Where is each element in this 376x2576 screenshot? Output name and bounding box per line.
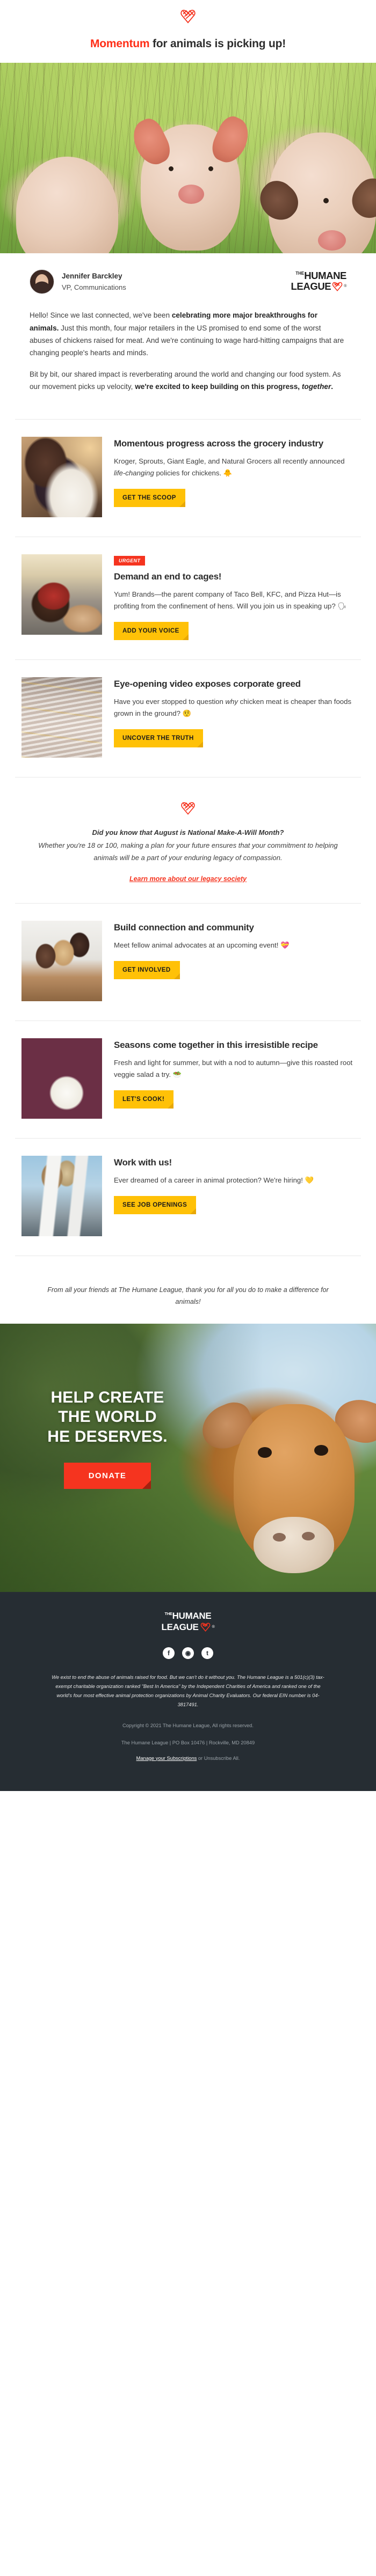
legacy-society-block: Did you know that August is National Mak… (0, 791, 376, 889)
avatar (30, 269, 54, 295)
story-title: Demand an end to cages! (114, 571, 222, 582)
story-card-recipe: Seasons come together in this irresistib… (0, 1035, 376, 1124)
brand-league: LEAGUE (291, 281, 331, 292)
footer: THEHUMANE LEAGUE ® f ◉ t We exist to end… (0, 1591, 376, 1791)
story-title: Seasons come together in this irresistib… (114, 1039, 318, 1050)
author-name: Jennifer Barckley (62, 272, 122, 281)
roasted-veggie-salad-photo[interactable] (21, 1038, 102, 1119)
story-text-italic: why (225, 697, 238, 706)
divider (15, 419, 361, 420)
intro-p2-d: . (331, 383, 334, 391)
intro-p1-a: Hello! Since we last connected, we've be… (30, 311, 172, 320)
chicken-rescue-photo[interactable] (21, 436, 102, 517)
footer-address: The Humane League | PO Box 10476 | Rockv… (121, 1740, 255, 1746)
story-text-a: Have you ever stopped to question (114, 697, 226, 706)
footer-brand-league: LEAGUE (161, 1622, 199, 1633)
humane-league-heart-icon (26, 800, 350, 818)
unsubscribe-text: or Unsubscribe All. (197, 1755, 240, 1761)
story-card-community: Build connection and community Meet fell… (0, 918, 376, 1007)
social-links: f ◉ t (32, 1647, 344, 1659)
author-role: VP, Communications (62, 283, 126, 291)
story-text: Ever dreamed of a career in animal prote… (114, 1176, 314, 1184)
registered-mark: ® (344, 284, 346, 288)
get-the-scoop-button[interactable]: GET THE SCOOP (114, 488, 185, 507)
author-and-brand-row: Jennifer Barckley VP, Communications THE… (0, 253, 376, 297)
intro-p1-c: Just this month, four major retailers in… (30, 324, 344, 357)
story-title: Momentous progress across the grocery in… (114, 438, 323, 449)
story-text-b: policies for chickens. 🐥 (154, 468, 233, 477)
intro-paragraph-2: Bit by bit, our shared impact is reverbe… (30, 368, 346, 393)
humane-league-heart-icon (200, 1621, 211, 1633)
headline-accent: Momentum (90, 38, 150, 50)
story-text: Yum! Brands—the parent company of Taco B… (114, 590, 347, 610)
footer-brand-the: THE (164, 1611, 172, 1616)
brand-humane: HUMANE (304, 269, 346, 281)
intro-copy: Hello! Since we last connected, we've be… (0, 297, 376, 405)
thank-you-message: From all your friends at The Humane Leag… (47, 1286, 329, 1305)
donate-line-2: THE WORLD (58, 1408, 157, 1426)
divider (15, 902, 361, 904)
story-card-jobs: Work with us! Ever dreamed of a career i… (0, 1153, 376, 1242)
story-text: Have you ever stopped to question why ch… (114, 696, 355, 720)
see-job-openings-button[interactable]: SEE JOB OPENINGS (114, 1195, 197, 1214)
lets-cook-button[interactable]: LET'S COOK! (114, 1090, 174, 1109)
story-card-cages: URGENT Demand an end to cages! Yum! Bran… (0, 551, 376, 645)
humane-league-heart-icon (332, 281, 343, 293)
story-card-grocery: Momentous progress across the grocery in… (0, 434, 376, 523)
facebook-icon[interactable]: f (163, 1647, 175, 1659)
donate-button[interactable]: DONATE (63, 1463, 151, 1489)
story-title: Eye-opening video exposes corporate gree… (114, 678, 301, 689)
story-text: Fresh and light for summer, but with a n… (114, 1058, 353, 1078)
intro-p2-italic: together (301, 383, 331, 391)
page-title: Momentum for animals is picking up! (0, 28, 376, 63)
footer-humane-league-logo: THEHUMANE LEAGUE ® (32, 1611, 344, 1633)
story-title: Build connection and community (114, 922, 254, 933)
status-badge: URGENT (114, 555, 146, 566)
pig-center (127, 113, 255, 251)
donate-line-1: HELP CREATE (50, 1388, 164, 1406)
author-block: Jennifer Barckley VP, Communications (30, 269, 126, 295)
volunteers-table-photo[interactable] (21, 920, 102, 1001)
brand-the: THE (295, 270, 305, 276)
story-text-italic: life-changing (114, 468, 154, 477)
hero-image-pigs (0, 63, 376, 254)
intro-paragraph-1: Hello! Since we last connected, we've be… (30, 309, 346, 359)
legacy-body: Whether you're 18 or 100, making a plan … (38, 841, 338, 862)
get-involved-button[interactable]: GET INVOLVED (114, 960, 180, 979)
legacy-lead: Did you know that August is National Mak… (92, 828, 284, 836)
divider (15, 1137, 361, 1139)
broiler-shed-photo[interactable] (21, 677, 102, 758)
story-title: Work with us! (114, 1157, 172, 1168)
humane-league-heart-icon (180, 8, 196, 26)
registered-mark: ® (212, 1625, 215, 1630)
legacy-society-link[interactable]: Learn more about our legacy society (129, 875, 247, 883)
footer-brand-humane: HUMANE (172, 1610, 212, 1621)
add-your-voice-button[interactable]: ADD YOUR VOICE (114, 621, 189, 640)
footer-subscription-line: Manage your Subscriptions or Unsubscribe… (32, 1756, 344, 1761)
humane-league-logo: THEHUMANE LEAGUE ® (291, 269, 347, 293)
pig-right (252, 133, 376, 254)
protest-signs-photo[interactable] (21, 1155, 102, 1236)
uncover-the-truth-button[interactable]: UNCOVER THE TRUTH (114, 729, 203, 747)
footer-copyright: Copyright © 2021 The Humane League, All … (122, 1723, 254, 1729)
pig-left (16, 157, 124, 254)
manage-subscriptions-link[interactable]: Manage your Subscriptions (136, 1756, 197, 1761)
twitter-icon[interactable]: t (201, 1647, 213, 1659)
instagram-icon[interactable]: ◉ (182, 1647, 194, 1659)
donate-banner: HELP CREATE THE WORLD HE DESERVES. DONAT… (0, 1323, 376, 1592)
intro-p2-bold: we're excited to keep building on this p… (135, 383, 302, 391)
donate-line-3: HE DESERVES. (47, 1427, 168, 1445)
email-body: Momentum for animals is picking up! Jenn… (0, 0, 376, 1791)
footer-legal-text: We exist to end the abuse of animals rai… (52, 1674, 324, 1708)
divider (15, 659, 361, 660)
header-logo-area (0, 0, 376, 28)
donate-copy: HELP CREATE THE WORLD HE DESERVES. DONAT… (0, 1388, 215, 1489)
headline-rest: for animals is picking up! (149, 38, 286, 50)
story-card-video: Eye-opening video exposes corporate gree… (0, 674, 376, 763)
story-text: Meet fellow animal advocates at an upcom… (114, 941, 290, 949)
caged-hen-photo[interactable] (21, 554, 102, 635)
story-text-a: Kroger, Sprouts, Giant Eagle, and Natura… (114, 457, 345, 465)
story-text: Kroger, Sprouts, Giant Eagle, and Natura… (114, 456, 355, 479)
